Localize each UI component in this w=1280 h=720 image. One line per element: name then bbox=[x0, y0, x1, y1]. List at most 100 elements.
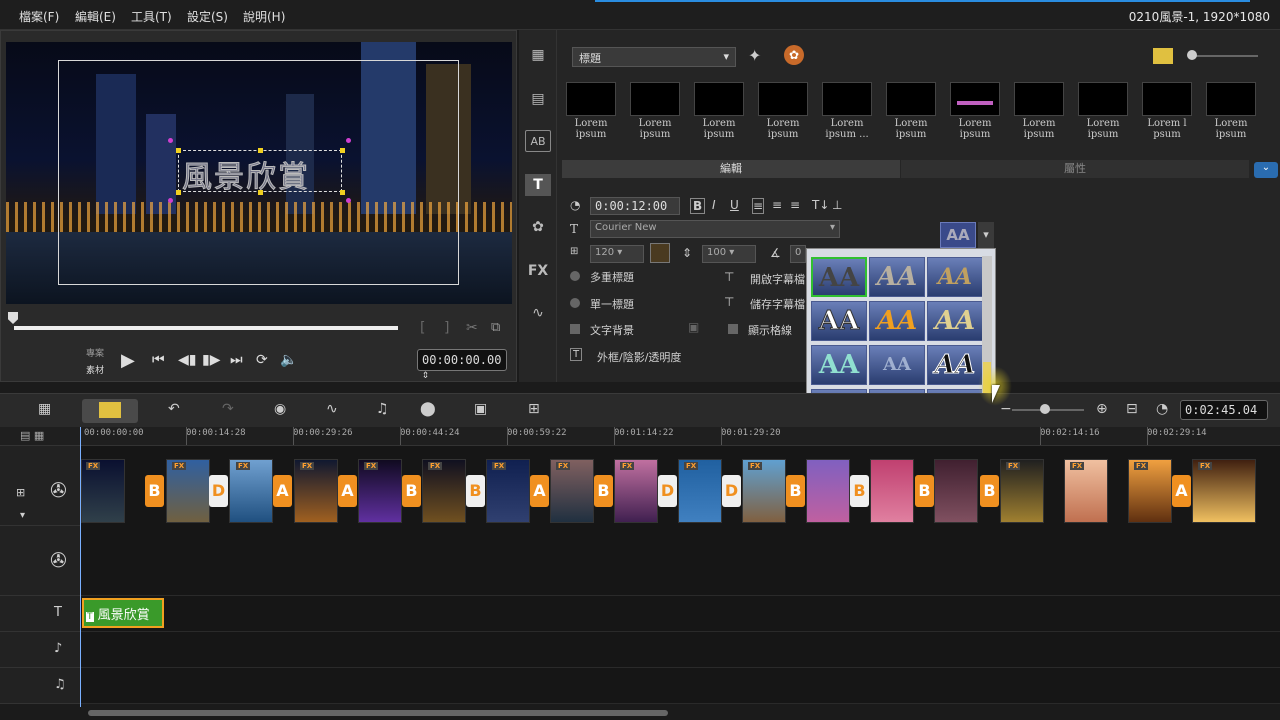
save-subtitle-icon[interactable]: ⊤ bbox=[724, 295, 734, 309]
transition-tab-icon[interactable]: AB bbox=[525, 130, 551, 152]
fit-project-icon[interactable]: ⊟ bbox=[1126, 401, 1138, 417]
title-track-icon[interactable]: T bbox=[54, 605, 62, 620]
previous-frame-icon[interactable]: ◀▮ bbox=[178, 352, 196, 368]
style-preset[interactable]: AA bbox=[869, 345, 925, 385]
resize-handle[interactable] bbox=[176, 190, 181, 195]
bold-icon[interactable]: B bbox=[690, 198, 706, 214]
title-clip[interactable]: T 風景欣賞 bbox=[82, 598, 164, 628]
preview-window[interactable]: 風景欣賞 bbox=[6, 42, 512, 304]
style-preset[interactable]: AA bbox=[811, 301, 867, 341]
resize-handle[interactable] bbox=[340, 148, 345, 153]
playhead[interactable] bbox=[80, 427, 81, 707]
style-preset-button[interactable]: AA bbox=[940, 222, 976, 248]
preview-title-text[interactable]: 風景欣賞 bbox=[182, 152, 310, 196]
style-preset[interactable]: AA bbox=[869, 301, 925, 341]
open-subtitle-icon[interactable]: ⊤ bbox=[724, 270, 734, 284]
font-size-select[interactable]: 120 ▾ bbox=[590, 245, 644, 263]
duration-field[interactable]: 0:00:12:00 bbox=[590, 197, 680, 215]
music-track[interactable] bbox=[80, 668, 1280, 704]
add-favorite-icon[interactable]: ✦ bbox=[748, 46, 761, 65]
title-tab-icon[interactable]: T bbox=[525, 174, 551, 196]
enlarge-icon[interactable]: ⧉ bbox=[491, 320, 500, 335]
transition[interactable]: B bbox=[594, 475, 613, 507]
text-background-settings-icon[interactable]: ▣ bbox=[688, 320, 699, 334]
style-preset[interactable]: AA bbox=[811, 345, 867, 385]
redo-icon[interactable]: ↷ bbox=[222, 401, 234, 417]
font-color-swatch[interactable] bbox=[650, 243, 670, 263]
rotate-handle[interactable] bbox=[168, 138, 173, 143]
media-tab-icon[interactable]: ▦ bbox=[525, 44, 551, 66]
thumbnail-size-slider[interactable] bbox=[1188, 55, 1258, 57]
home-icon[interactable]: ⏮ bbox=[152, 352, 165, 368]
transition[interactable]: A bbox=[530, 475, 549, 507]
mark-out-icon[interactable]: ] bbox=[444, 320, 449, 336]
graphics-tab-icon[interactable]: ✿ bbox=[525, 216, 551, 238]
align-left-icon[interactable]: ≡ bbox=[752, 198, 765, 214]
text-direction-icon[interactable]: T↓ bbox=[812, 198, 829, 212]
title-thumbnail[interactable] bbox=[822, 82, 872, 116]
line-spacing-select[interactable]: 100 ▾ bbox=[702, 245, 756, 263]
motion-tracking-icon[interactable]: ⬤ bbox=[420, 401, 436, 417]
sound-mixer-icon[interactable]: ∿ bbox=[326, 401, 338, 417]
open-subtitle-label[interactable]: 開啟字幕檔 bbox=[750, 271, 805, 287]
video-clip[interactable] bbox=[870, 459, 914, 523]
resize-handle[interactable] bbox=[258, 190, 263, 195]
menu-file[interactable]: 檔案(F) bbox=[19, 8, 59, 25]
category-select[interactable]: 標題 ▾ bbox=[572, 47, 736, 67]
rotate-handle[interactable] bbox=[346, 198, 351, 203]
video-clip[interactable] bbox=[934, 459, 978, 523]
mode-project[interactable]: 專案 bbox=[86, 346, 104, 359]
video-track-icon[interactable]: ✇ bbox=[50, 478, 67, 502]
transition[interactable]: D bbox=[209, 475, 228, 507]
path-tab-icon[interactable]: ∿ bbox=[525, 302, 551, 324]
menu-edit[interactable]: 編輯(E) bbox=[75, 8, 116, 25]
title-thumbnail[interactable] bbox=[758, 82, 808, 116]
rotate-handle[interactable] bbox=[346, 138, 351, 143]
voice-track[interactable] bbox=[80, 632, 1280, 668]
volume-icon[interactable]: 🔈 bbox=[280, 352, 297, 368]
end-icon[interactable]: ⏭ bbox=[230, 352, 243, 368]
title-thumbnail[interactable] bbox=[886, 82, 936, 116]
rotate-handle[interactable] bbox=[168, 198, 173, 203]
save-subtitle-label[interactable]: 儲存字幕檔 bbox=[750, 296, 805, 312]
track-lock-icon[interactable]: ⊞ bbox=[16, 486, 25, 499]
play-icon[interactable]: ▶ bbox=[121, 350, 135, 371]
underline-icon[interactable]: U bbox=[730, 198, 739, 212]
menu-settings[interactable]: 設定(S) bbox=[187, 8, 228, 25]
transition[interactable]: B bbox=[145, 475, 164, 507]
undo-icon[interactable]: ↶ bbox=[168, 401, 180, 417]
music-icon[interactable]: ♫ bbox=[54, 677, 66, 692]
player-timecode[interactable]: 00:00:00.00 ⇕ bbox=[417, 349, 507, 381]
resize-handle[interactable] bbox=[258, 148, 263, 153]
title-thumbnail[interactable] bbox=[566, 82, 616, 116]
title-track[interactable] bbox=[80, 596, 1280, 632]
repeat-icon[interactable]: ⟳ bbox=[256, 352, 268, 368]
multi-title-radio[interactable] bbox=[570, 271, 580, 281]
subtitle-editor-icon[interactable]: ▣ bbox=[474, 401, 487, 417]
text-background-checkbox[interactable] bbox=[570, 324, 580, 334]
style-preset[interactable]: AA bbox=[927, 345, 983, 385]
align-center-icon[interactable]: ≡ bbox=[772, 198, 782, 212]
scrubber-track[interactable] bbox=[14, 326, 398, 330]
resize-handle[interactable] bbox=[176, 148, 181, 153]
title-thumbnail[interactable] bbox=[1078, 82, 1128, 116]
style-preset[interactable]: AA bbox=[927, 301, 983, 341]
transition[interactable]: B bbox=[915, 475, 934, 507]
single-title-radio[interactable] bbox=[570, 298, 580, 308]
record-capture-icon[interactable]: ◉ bbox=[274, 401, 286, 417]
zoom-knob[interactable] bbox=[1040, 404, 1050, 414]
collapse-icon[interactable]: ⌄ bbox=[1254, 162, 1278, 178]
instant-project-tab-icon[interactable]: ▤ bbox=[525, 88, 551, 110]
filter-tab-icon[interactable]: FX bbox=[525, 260, 551, 282]
get-more-icon[interactable]: ✿ bbox=[784, 45, 804, 65]
tab-attributes[interactable]: 屬性 bbox=[901, 160, 1249, 178]
italic-icon[interactable]: I bbox=[712, 198, 716, 212]
title-thumbnail[interactable] bbox=[1206, 82, 1256, 116]
transition[interactable]: D bbox=[658, 475, 677, 507]
border-shadow-icon[interactable]: T bbox=[570, 348, 583, 361]
overlay-track-icon[interactable]: ✇ bbox=[50, 548, 67, 572]
library-view-icon[interactable] bbox=[1153, 48, 1173, 64]
next-frame-icon[interactable]: ▮▶ bbox=[202, 352, 220, 368]
timeline-view-button[interactable] bbox=[82, 399, 138, 423]
transition[interactable]: B bbox=[402, 475, 421, 507]
